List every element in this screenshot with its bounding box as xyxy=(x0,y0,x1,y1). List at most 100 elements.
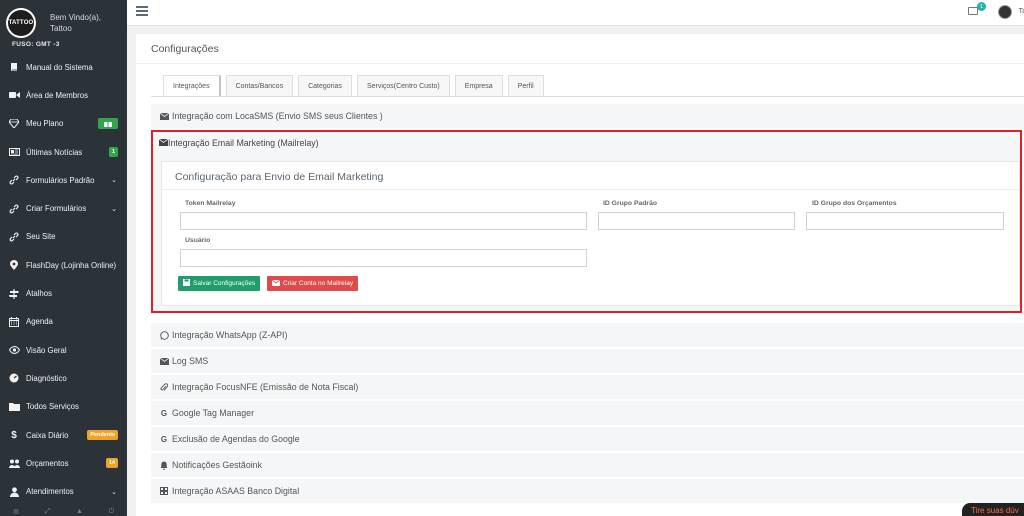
sidebar-item-label: Atendimentos xyxy=(26,487,74,497)
tab-perfil[interactable]: Perfil xyxy=(507,75,544,96)
section-notificacoes[interactable]: Notificações Gestãoink xyxy=(151,453,1024,479)
map-marker-icon xyxy=(8,260,20,271)
section-title: Integração ASAAS Banco Digital xyxy=(172,486,300,496)
sidebar-item-atalhos[interactable]: Atalhos xyxy=(0,279,127,307)
expand-icon[interactable]: ⤢ xyxy=(45,508,51,516)
section-focusnfe[interactable]: Integração FocusNFE (Emissão de Nota Fis… xyxy=(151,375,1024,401)
sidebar-item-label: Diagnóstico xyxy=(26,373,67,383)
whatsapp-icon xyxy=(159,330,169,340)
lock-icon[interactable]: ▲ xyxy=(76,508,83,516)
save-config-button[interactable]: Salvar Configurações xyxy=(178,276,261,291)
sidebar-item-agenda[interactable]: Agenda xyxy=(0,308,127,336)
sidebar-item-caixa-diario[interactable]: $ Caixa Diário Pendente xyxy=(0,421,127,449)
eye-icon xyxy=(8,345,20,355)
top-bar: 1 Ta xyxy=(127,0,1024,26)
users-icon xyxy=(8,458,20,468)
diamond-icon xyxy=(8,119,20,129)
save-icon xyxy=(183,279,190,288)
welcome-line: Bem Vindo(a), xyxy=(50,13,101,22)
sidebar-item-flashday[interactable]: FlashDay (Lojinha Online) xyxy=(0,251,127,279)
grupo-orcamentos-input[interactable] xyxy=(806,212,1004,230)
sidebar-footer-icons: ⚙ ⤢ ▲ ⏻ xyxy=(0,508,127,516)
sidebar-item-label: Orçamentos xyxy=(26,458,69,468)
tab-integracoes[interactable]: Integrações xyxy=(163,75,221,96)
envelope-icon xyxy=(159,357,169,365)
sidebar-item-seu-site[interactable]: Seu Site xyxy=(0,223,127,251)
sidebar-item-label: Últimas Notícias xyxy=(26,147,83,157)
sidebar-item-label: Seu Site xyxy=(26,232,56,242)
chevron-down-icon: ⌄ xyxy=(111,205,117,213)
mail-count-badge: 1 xyxy=(977,2,986,11)
section-log-sms[interactable]: Log SMS xyxy=(151,349,1024,375)
link-icon xyxy=(8,232,20,242)
section-title: Integração Email Marketing (Mailrelay) xyxy=(168,138,319,148)
chevron-down-icon: ⌄ xyxy=(111,177,117,185)
gear-icon[interactable]: ⚙ xyxy=(13,508,19,516)
section-title: Integração FocusNFE (Emissão de Nota Fis… xyxy=(172,382,359,392)
token-label: Token Mailrelay xyxy=(185,200,236,207)
sidebar-item-criar-formularios[interactable]: Criar Formulários ⌄ xyxy=(0,194,127,222)
sidebar-item-visao-geral[interactable]: Visão Geral xyxy=(0,336,127,364)
sidebar-item-label: Área de Membros xyxy=(26,90,88,100)
tab-contas-bancos[interactable]: Contas/Bancos xyxy=(225,75,294,96)
usuario-label: Usuário xyxy=(185,237,211,244)
mailrelay-form: Configuração para Envio de Email Marketi… xyxy=(161,161,1020,306)
welcome-text: Bem Vindo(a), Tattoo xyxy=(50,12,101,34)
google-icon: G xyxy=(160,434,168,444)
gauge-icon xyxy=(8,373,20,383)
status-badge: Pendente xyxy=(87,430,118,440)
sidebar-item-label: Agenda xyxy=(26,317,53,327)
sidebar-item-label: FlashDay (Lojinha Online) xyxy=(26,260,117,270)
sidebar-item-orcamentos[interactable]: Orçamentos 14 xyxy=(0,449,127,477)
timezone-label: FUSO: GMT -3 xyxy=(12,41,60,48)
grupo-padrao-input[interactable] xyxy=(598,212,795,230)
sidebar-item-diagnostico[interactable]: Diagnóstico xyxy=(0,364,127,392)
sidebar-menu: Manual do Sistema Área de Membros Meu Pl… xyxy=(0,53,127,506)
sidebar-item-area-membros[interactable]: Área de Membros xyxy=(0,81,127,109)
grupo-orcamentos-label: ID Grupo dos Orçamentos xyxy=(812,200,897,207)
section-whatsapp[interactable]: Integração WhatsApp (Z-API) xyxy=(151,323,1024,349)
create-account-button[interactable]: Criar Conta no Mailrelay xyxy=(267,276,359,291)
user-name[interactable]: Ta xyxy=(1019,8,1024,15)
sidebar-item-formularios-padrao[interactable]: Formulários Padrão ⌄ xyxy=(0,166,127,194)
section-exclusao-agendas-google[interactable]: G Exclusão de Agendas do Google xyxy=(151,427,1024,453)
sidebar: TATTOO Bem Vindo(a), Tattoo FUSO: GMT -3… xyxy=(0,0,127,516)
sidebar-item-label: Criar Formulários xyxy=(26,204,87,214)
user-icon xyxy=(8,486,20,497)
mailrelay-panel: Integração Email Marketing (Mailrelay) C… xyxy=(151,130,1022,313)
section-title: Log SMS xyxy=(172,356,209,366)
power-icon[interactable]: ⏻ xyxy=(109,508,115,516)
sidebar-item-atendimentos[interactable]: Atendimentos ⌄ xyxy=(0,477,127,505)
tab-categorias[interactable]: Categorias xyxy=(298,75,352,96)
sidebar-item-todos-servicos[interactable]: Todos Serviços xyxy=(0,393,127,421)
bell-icon xyxy=(159,461,169,470)
count-badge: 14 xyxy=(105,458,118,469)
form-title: Configuração para Envio de Email Marketi… xyxy=(162,162,1019,190)
sidebar-item-ultimas-noticias[interactable]: Últimas Notícias 1 xyxy=(0,138,127,166)
sidebar-item-meu-plano[interactable]: Meu Plano xyxy=(0,110,127,138)
sidebar-item-label: Visão Geral xyxy=(26,345,67,355)
button-label: Salvar Configurações xyxy=(193,280,256,287)
sidebar-item-label: Formulários Padrão xyxy=(26,175,95,185)
token-input[interactable] xyxy=(180,212,587,230)
grid-icon xyxy=(159,487,169,495)
section-locasms[interactable]: Integração com LocaSMS (Envio SMS seus C… xyxy=(151,104,1024,130)
sidebar-item-label: Caixa Diário xyxy=(26,430,69,440)
envelope-icon xyxy=(158,138,169,148)
section-google-tag-manager[interactable]: G Google Tag Manager xyxy=(151,401,1024,427)
sidebar-item-label: Atalhos xyxy=(26,289,53,299)
sidebar-item-manual[interactable]: Manual do Sistema xyxy=(0,53,127,81)
book-icon xyxy=(8,62,20,72)
grupo-padrao-label: ID Grupo Padrão xyxy=(603,200,658,207)
section-asaas[interactable]: Integração ASAAS Banco Digital xyxy=(151,479,1024,505)
section-mailrelay[interactable]: Integração Email Marketing (Mailrelay) xyxy=(153,132,1020,154)
menu-toggle-icon[interactable] xyxy=(136,6,148,16)
tab-servicos[interactable]: Serviços(Centro Custo) xyxy=(356,75,450,96)
dollar-icon: $ xyxy=(11,429,17,441)
tab-empresa[interactable]: Empresa xyxy=(454,75,503,96)
avatar[interactable] xyxy=(998,5,1012,19)
help-chat-button[interactable]: Tire suas dúv xyxy=(962,503,1024,516)
section-title: Integração WhatsApp (Z-API) xyxy=(172,330,288,340)
usuario-input[interactable] xyxy=(180,249,587,267)
brand-logo[interactable]: TATTOO xyxy=(6,8,36,38)
